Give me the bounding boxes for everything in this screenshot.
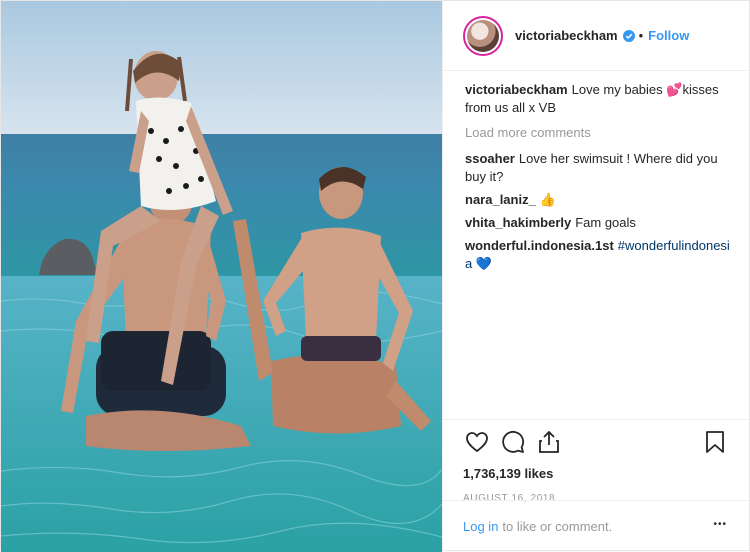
post-actions: 1,736,139 likes AUGUST 16, 2018 bbox=[443, 419, 749, 504]
follow-button[interactable]: Follow bbox=[648, 28, 689, 43]
share-button[interactable] bbox=[535, 428, 563, 456]
comment-username[interactable]: wonderful.indonesia.1st bbox=[465, 238, 614, 253]
post-side-panel: victoriabeckham • Follow victoriabeckham… bbox=[442, 1, 749, 552]
share-icon bbox=[539, 431, 559, 453]
comments-list: victoriabeckham Love my babies 💕kisses fr… bbox=[465, 81, 733, 278]
comment-username[interactable]: vhita_hakimberly bbox=[465, 215, 571, 230]
post-footer: Log in to like or comment. ••• bbox=[443, 500, 749, 552]
comment-button[interactable] bbox=[499, 428, 527, 456]
comment-emoji: 💙 bbox=[475, 256, 493, 271]
login-suffix: to like or comment. bbox=[502, 519, 613, 534]
list-item: vhita_hakimberly Fam goals bbox=[465, 214, 733, 232]
post-header: victoriabeckham • Follow bbox=[443, 1, 749, 71]
caption-text-before: Love my babies bbox=[571, 82, 667, 97]
verified-badge-icon bbox=[622, 29, 635, 42]
bookmark-icon bbox=[706, 431, 724, 453]
caption: victoriabeckham Love my babies 💕kisses fr… bbox=[465, 81, 733, 117]
comment-username[interactable]: ssoaher bbox=[465, 151, 515, 166]
caption-username[interactable]: victoriabeckham bbox=[465, 82, 568, 97]
like-button[interactable] bbox=[463, 428, 491, 456]
owner-username[interactable]: victoriabeckham bbox=[515, 28, 618, 43]
save-button[interactable] bbox=[701, 428, 729, 456]
likes-count[interactable]: 1,736,139 likes bbox=[463, 466, 729, 481]
follow-separator: • bbox=[638, 28, 644, 43]
list-item: ssoaher Love her swimsuit ! Where did you… bbox=[465, 150, 733, 186]
avatar[interactable] bbox=[463, 15, 503, 56]
comment-username[interactable]: nara_laniz_ bbox=[465, 192, 536, 207]
list-item: wonderful.indonesia.1st #wonderfulindones… bbox=[465, 237, 733, 273]
more-options-icon[interactable]: ••• bbox=[713, 519, 727, 530]
instagram-post: victoriabeckham • Follow victoriabeckham… bbox=[0, 0, 750, 552]
action-icons-row bbox=[463, 420, 729, 464]
caption-emoji: 💕 bbox=[666, 82, 683, 97]
load-more-comments-button[interactable]: Load more comments bbox=[465, 124, 733, 142]
post-image-illustration bbox=[1, 1, 442, 552]
comment-text: 👍 bbox=[539, 192, 557, 207]
comment-icon bbox=[502, 430, 525, 453]
login-link[interactable]: Log in bbox=[463, 519, 498, 534]
post-photo[interactable] bbox=[1, 1, 442, 552]
heart-icon bbox=[466, 432, 488, 453]
comment-text: Fam goals bbox=[575, 215, 636, 230]
list-item: nara_laniz_ 👍 bbox=[465, 191, 733, 209]
